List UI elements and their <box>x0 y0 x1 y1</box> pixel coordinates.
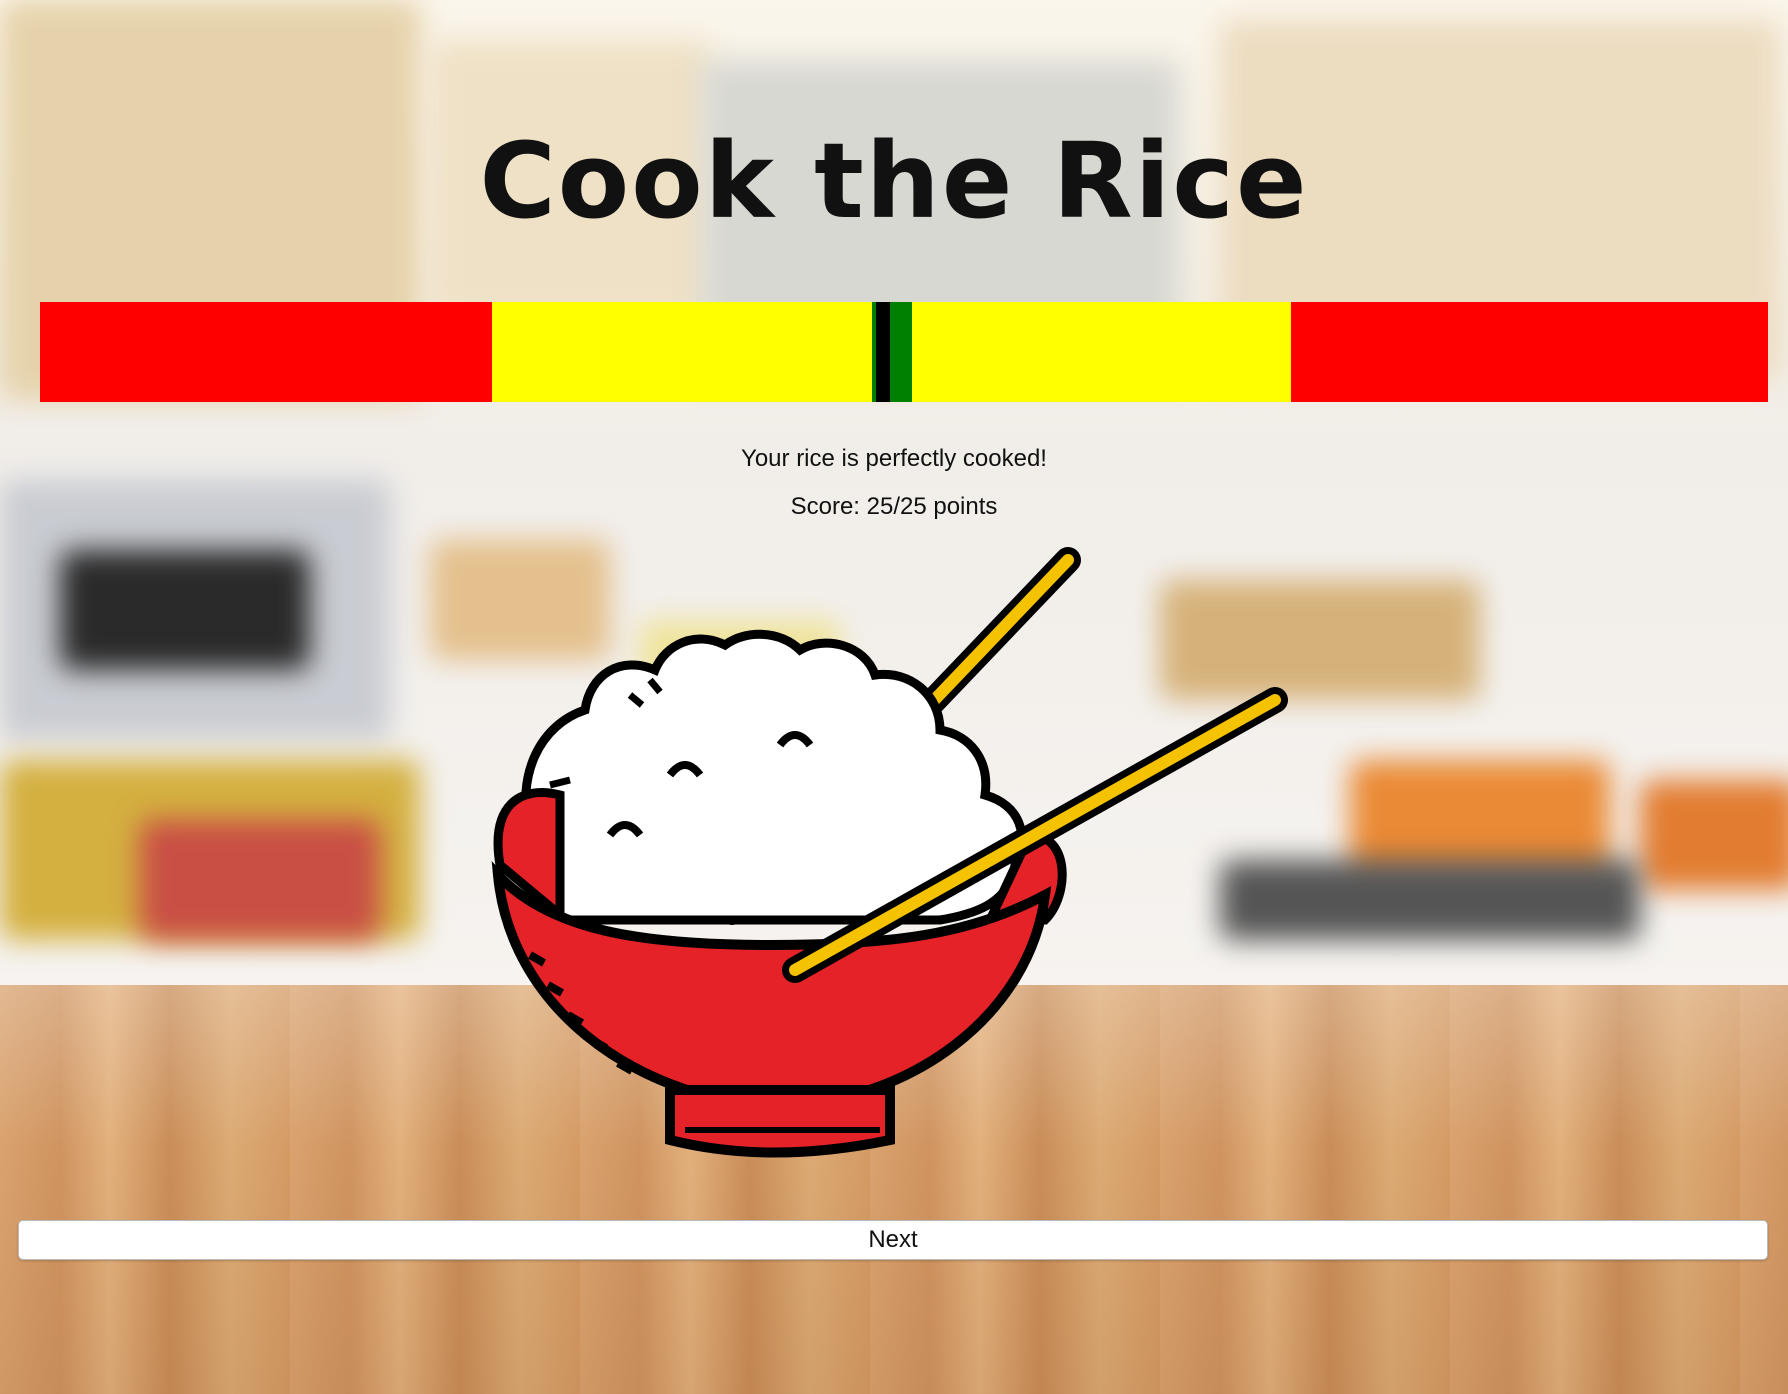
meter-zone-overcooked <box>1291 302 1768 402</box>
game-title: Cook the Rice <box>479 120 1309 242</box>
meter-zone-undercooked <box>40 302 492 402</box>
rice-bowl-icon <box>491 547 1288 1158</box>
result-message: Your rice is perfectly cooked! <box>741 445 1047 472</box>
meter-zone-perfect <box>872 302 912 402</box>
meter-zone-almost-left <box>492 302 872 402</box>
next-button[interactable]: Next <box>18 1220 1768 1260</box>
game-stage: Cook the Rice Your rice is perfectly coo… <box>0 0 1788 1394</box>
score-text: Score: 25/25 points <box>790 493 998 520</box>
meter-zone-almost-right <box>912 302 1291 402</box>
cooking-meter <box>40 302 1768 402</box>
meter-marker <box>876 302 890 402</box>
